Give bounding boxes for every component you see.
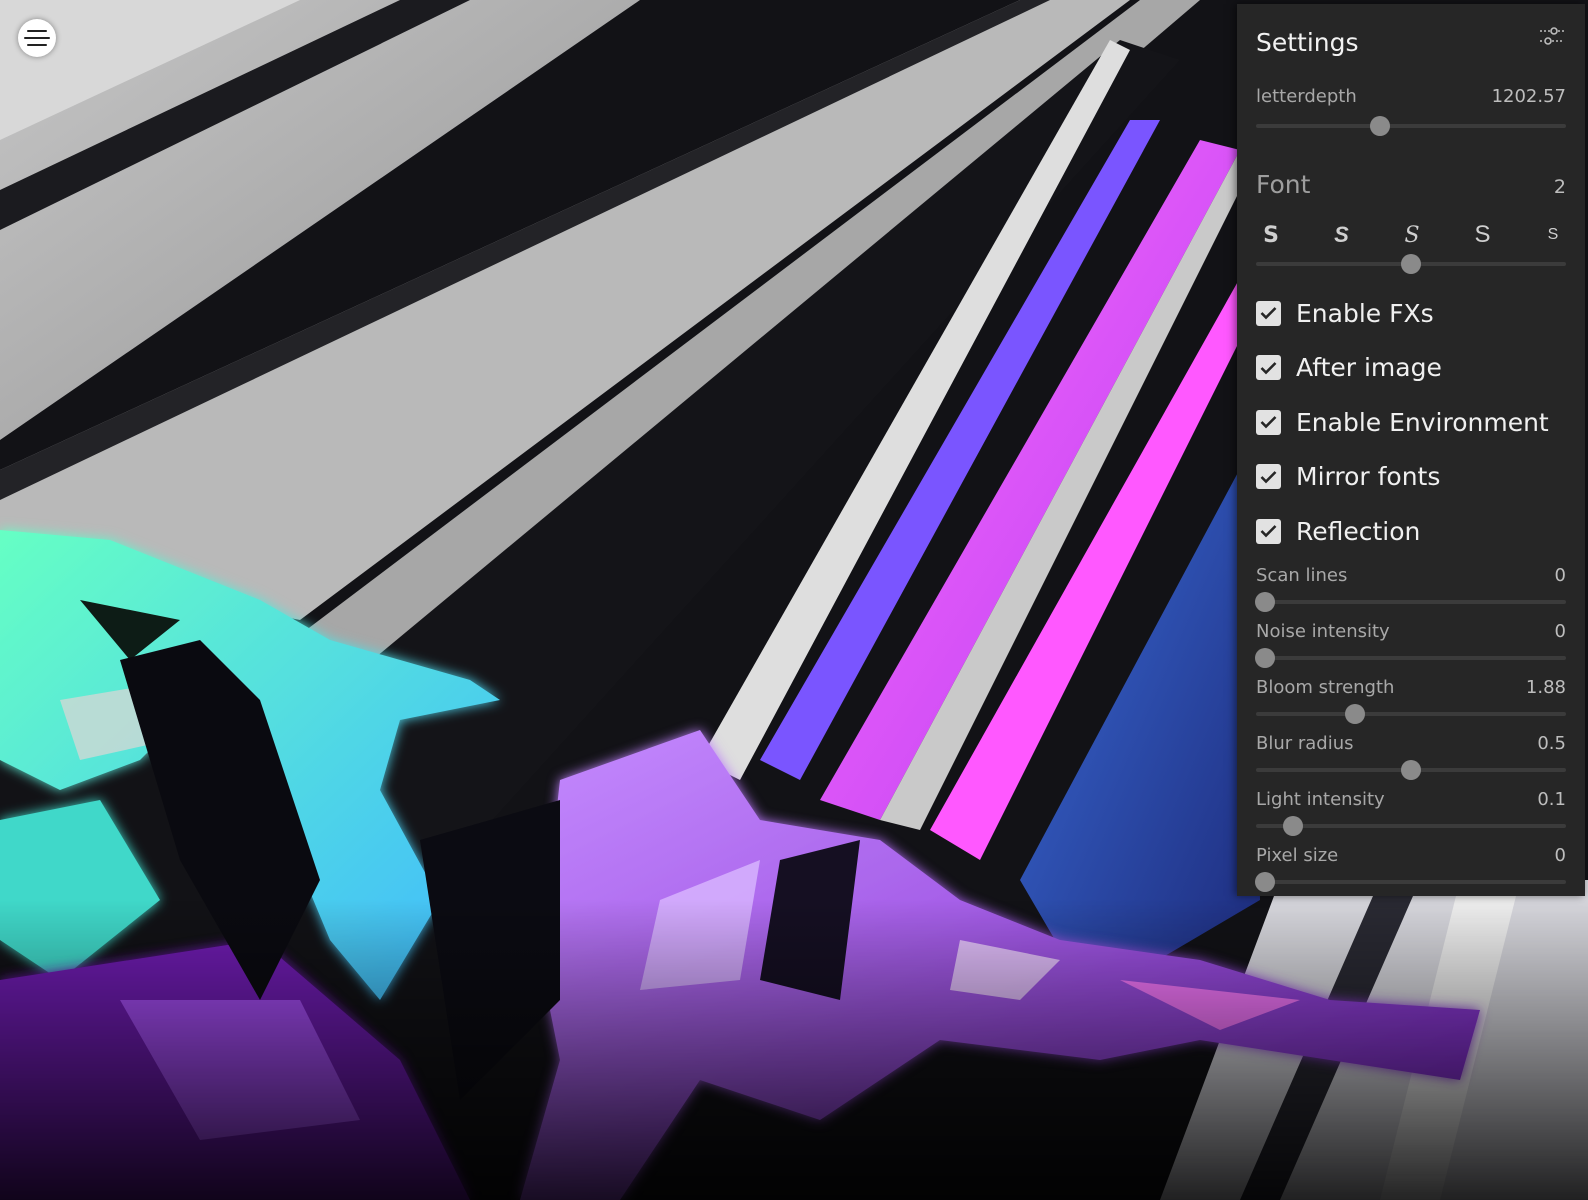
menu-icon [27,30,47,32]
pixel-size-slider[interactable]: Pixel size 0 [1255,839,1566,895]
sliders-icon[interactable] [1538,22,1566,50]
bloom-strength-thumb[interactable] [1345,703,1366,724]
pixel-size-track[interactable] [1255,871,1566,892]
font-track[interactable] [1256,254,1566,274]
bloom-strength-label: Bloom strength [1256,676,1395,698]
menu-icon-bar [24,37,50,39]
font-options: S S S S S [1256,221,1566,249]
bloom-strength-head: Bloom strength 1.88 [1256,671,1566,698]
blur-radius-thumb[interactable] [1401,759,1421,780]
mirror-fonts-label: Mirror fonts [1296,462,1441,492]
font-thumb[interactable] [1401,254,1421,274]
noise-intensity-value: 0 [1554,620,1566,642]
after-image-label: After image [1296,353,1442,383]
pixel-size-label: Pixel size [1256,844,1339,866]
light-intensity-head: Light intensity 0.1 [1256,783,1566,810]
blur-radius-value: 0.5 [1537,732,1566,754]
enable-fxs-label: Enable FXs [1296,298,1434,328]
font-value: 2 [1553,176,1566,198]
checkbox[interactable] [1256,355,1281,381]
settings-header: Settings [1256,4,1566,80]
blur-radius-track[interactable] [1256,759,1566,780]
scan-lines-head: Scan lines 0 [1256,559,1566,586]
font-option-1[interactable]: S [1258,223,1284,248]
mirror-fonts-toggle[interactable]: Mirror fonts [1256,450,1566,505]
letterdepth-track[interactable] [1256,116,1566,136]
bloom-strength-track[interactable] [1256,703,1566,724]
checkmark-icon [1260,525,1277,538]
font-label: Font [1256,170,1311,199]
scan-lines-track[interactable] [1255,591,1566,612]
checkmark-icon [1260,361,1277,375]
letterdepth-value: 1202.57 [1491,86,1566,107]
font-selector[interactable]: Font 2 S S S S S [1256,170,1566,274]
letterdepth-head: letterdepth 1202.57 [1256,80,1566,107]
settings-panel: Settings letterdepth 1202.57 Font 2 S S … [1237,4,1585,896]
reflection-label: Reflection [1296,516,1421,546]
toggle-list: Enable FXs After image Enable Environmen… [1256,286,1566,559]
checkmark-icon [1260,307,1277,320]
font-option-2[interactable]: S [1329,222,1355,248]
scan-lines-label: Scan lines [1256,564,1348,586]
scan-lines-value: 0 [1554,564,1566,586]
after-image-toggle[interactable]: After image [1256,341,1566,396]
light-intensity-thumb[interactable] [1283,815,1304,836]
bloom-strength-slider[interactable]: Bloom strength 1.88 [1256,671,1566,727]
letterdepth-slider[interactable]: letterdepth 1202.57 [1256,80,1566,156]
checkbox[interactable] [1256,464,1281,490]
font-head: Font 2 [1256,170,1566,199]
noise-intensity-thumb[interactable] [1255,647,1276,668]
blur-radius-head: Blur radius 0.5 [1256,727,1566,754]
enable-environment-label: Enable Environment [1296,407,1549,437]
checkmark-icon [1260,416,1277,429]
noise-intensity-slider[interactable]: Noise intensity 0 [1255,615,1566,671]
font-option-3[interactable]: S [1399,223,1425,248]
light-intensity-value: 0.1 [1537,788,1566,810]
noise-intensity-track[interactable] [1255,647,1566,668]
reflection-toggle[interactable]: Reflection [1256,504,1566,559]
bloom-strength-value: 1.88 [1525,676,1566,698]
scan-lines-slider[interactable]: Scan lines 0 [1255,559,1566,615]
blur-radius-label: Blur radius [1256,732,1354,754]
font-option-5[interactable]: S [1540,226,1566,244]
checkmark-icon [1260,470,1277,484]
noise-intensity-head: Noise intensity 0 [1256,615,1566,642]
font-option-4[interactable]: S [1470,221,1496,249]
menu-button[interactable] [18,19,56,57]
noise-intensity-label: Noise intensity [1256,620,1390,642]
scan-lines-thumb[interactable] [1255,591,1276,612]
checkbox[interactable] [1256,300,1281,326]
light-intensity-track[interactable] [1256,815,1566,836]
light-intensity-slider[interactable]: Light intensity 0.1 [1256,783,1566,839]
enable-fxs-toggle[interactable]: Enable FXs [1256,286,1566,341]
menu-icon-bar [27,44,47,46]
letterdepth-label: letterdepth [1256,86,1357,107]
pixel-size-value: 0 [1554,844,1566,866]
blur-radius-slider[interactable]: Blur radius 0.5 [1256,727,1566,783]
enable-environment-toggle[interactable]: Enable Environment [1256,395,1566,450]
light-intensity-label: Light intensity [1256,788,1385,810]
checkbox[interactable] [1256,518,1281,544]
pixel-size-head: Pixel size 0 [1256,839,1566,866]
letterdepth-thumb[interactable] [1370,116,1390,136]
viewport[interactable]: Settings letterdepth 1202.57 Font 2 S S … [0,0,1588,1200]
settings-title: Settings [1256,27,1359,57]
checkbox[interactable] [1256,409,1281,435]
pixel-size-thumb[interactable] [1255,871,1276,892]
